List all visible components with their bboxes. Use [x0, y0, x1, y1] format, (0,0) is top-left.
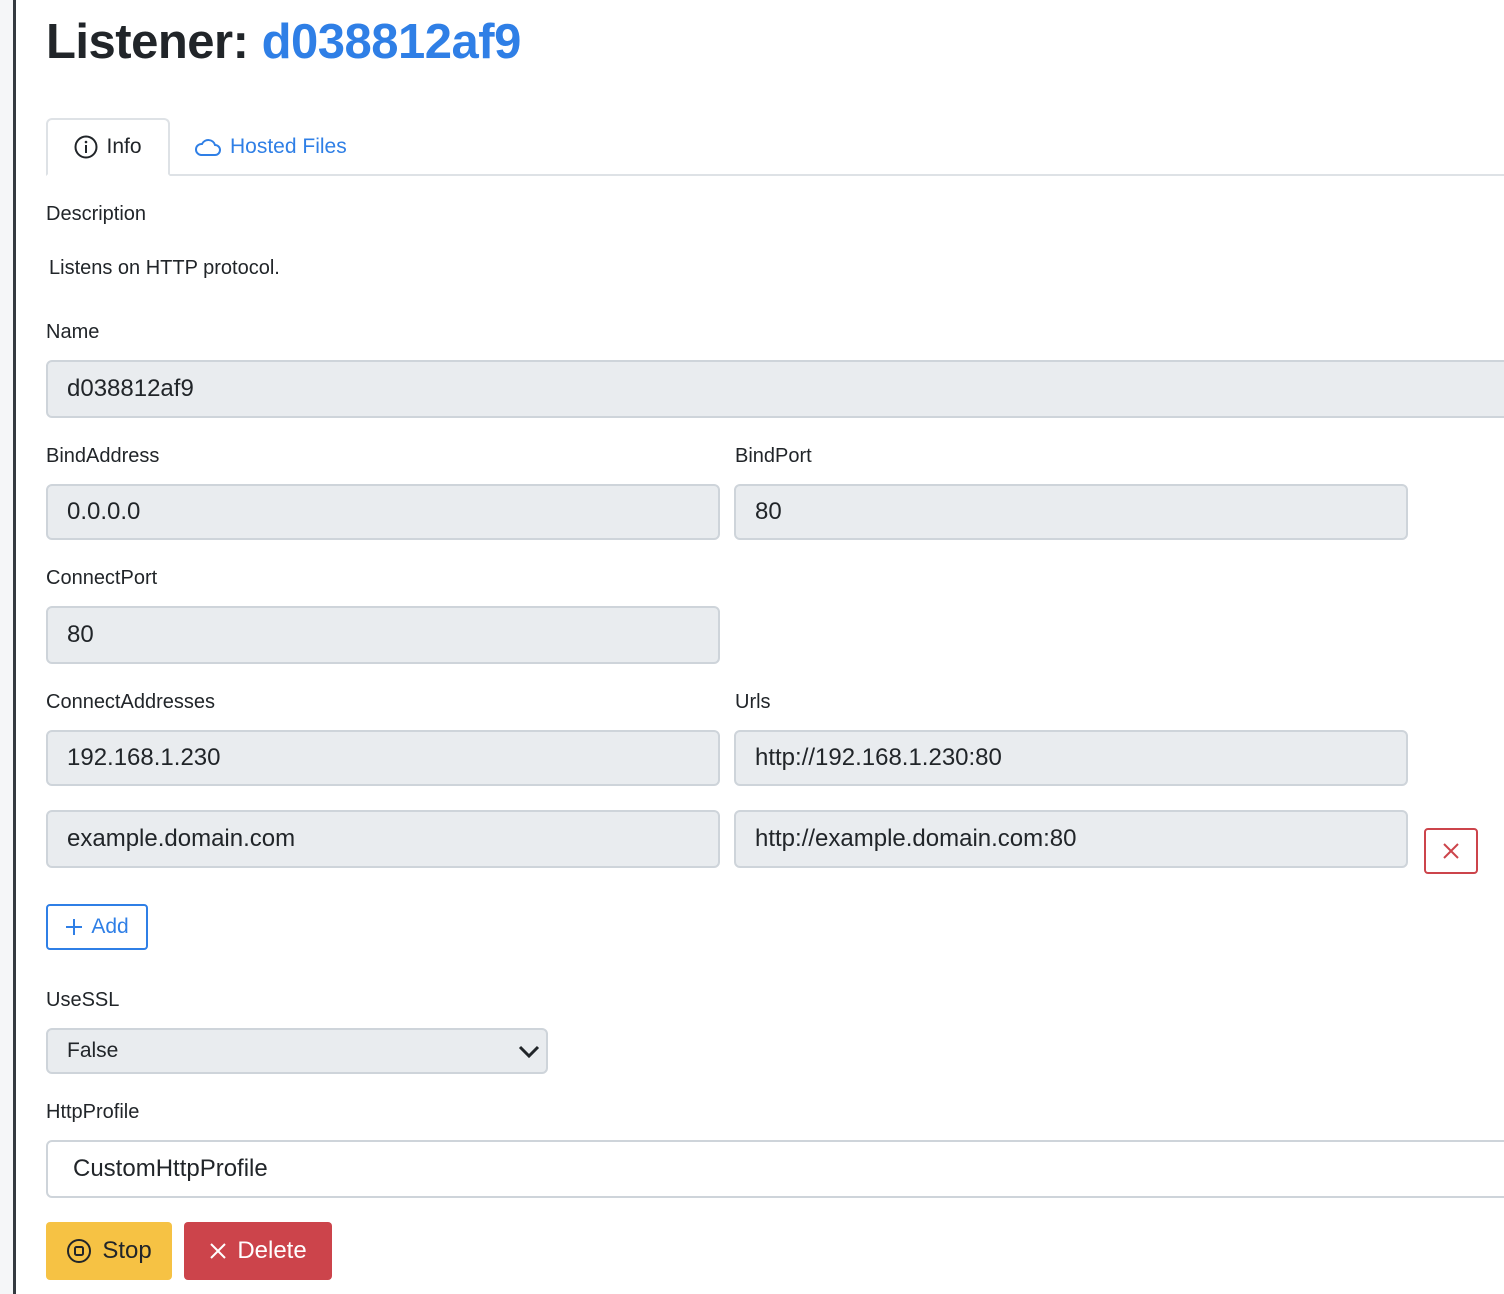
add-button-label: Add [91, 915, 129, 938]
description-text: Listens on HTTP protocol. [49, 257, 280, 279]
close-icon [210, 1243, 227, 1259]
sidebar-divider [13, 0, 16, 1294]
tab-hosted-files[interactable]: Hosted Files [194, 118, 347, 176]
http-profile-label: HttpProfile [46, 1101, 140, 1123]
stop-button[interactable]: Stop [46, 1222, 172, 1280]
bind-port-label: BindPort [735, 445, 812, 467]
connect-address-input[interactable]: example.domain.com [46, 810, 720, 868]
connect-port-label: ConnectPort [46, 567, 158, 589]
chevron-down-icon [518, 1045, 540, 1059]
use-ssl-value: False [67, 1039, 119, 1062]
use-ssl-label: UseSSL [46, 989, 120, 1011]
connect-port-input[interactable]: 80 [46, 606, 720, 664]
connect-addresses-label: ConnectAddresses [46, 691, 215, 713]
tab-info-label: Info [106, 135, 142, 158]
bind-port-input[interactable]: 80 [734, 484, 1408, 540]
urls-label: Urls [735, 691, 771, 713]
remove-row-button[interactable] [1424, 828, 1478, 874]
bind-address-input[interactable]: 0.0.0.0 [46, 484, 720, 540]
info-circle-icon [74, 135, 98, 159]
plus-icon [66, 919, 83, 935]
close-icon [1443, 843, 1459, 859]
sidebar-edge [0, 0, 13, 1294]
http-profile-select[interactable]: CustomHttpProfile [46, 1140, 1504, 1198]
add-button[interactable]: Add [46, 904, 148, 950]
name-label: Name [46, 321, 100, 343]
url-input[interactable]: http://192.168.1.230:80 [734, 730, 1408, 786]
tab-hosted-files-label: Hosted Files [230, 135, 347, 158]
url-input[interactable]: http://example.domain.com:80 [734, 810, 1408, 868]
bind-address-label: BindAddress [46, 445, 160, 467]
name-input[interactable]: d038812af9 [46, 360, 1504, 418]
cloud-icon [195, 139, 221, 156]
tab-info[interactable]: Info [46, 118, 170, 176]
page-title: Listener: d038812af9 [46, 14, 521, 70]
delete-button[interactable]: Delete [184, 1222, 332, 1280]
connect-address-input[interactable]: 192.168.1.230 [46, 730, 720, 786]
stop-button-label: Stop [102, 1237, 152, 1264]
use-ssl-select[interactable]: False [46, 1028, 548, 1074]
delete-button-label: Delete [237, 1237, 307, 1264]
stop-circle-icon [67, 1239, 92, 1263]
listener-name: d038812af9 [261, 15, 522, 69]
description-label: Description [46, 203, 147, 225]
title-prefix: Listener: [46, 15, 249, 69]
